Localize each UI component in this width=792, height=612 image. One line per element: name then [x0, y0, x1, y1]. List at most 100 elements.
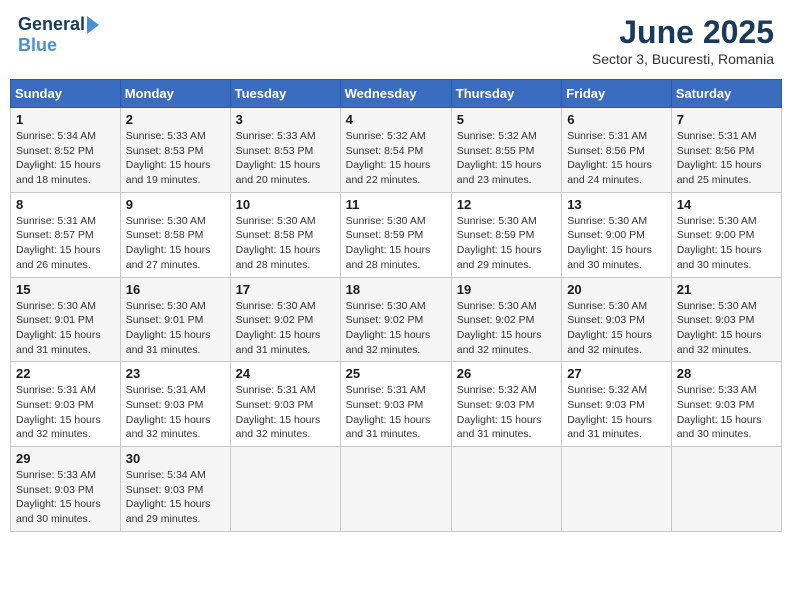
day-info: Sunrise: 5:30 AM Sunset: 8:59 PM Dayligh…: [346, 214, 446, 273]
day-info: Sunrise: 5:31 AM Sunset: 9:03 PM Dayligh…: [346, 383, 446, 442]
day-info: Sunrise: 5:30 AM Sunset: 8:59 PM Dayligh…: [457, 214, 556, 273]
day-number: 21: [677, 282, 776, 297]
calendar-cell-4-5: 26Sunrise: 5:32 AM Sunset: 9:03 PM Dayli…: [451, 362, 561, 447]
day-number: 10: [236, 197, 335, 212]
calendar-cell-4-2: 23 Sunrise: 5:31 AM Sunset: 9:03 PM Dayli…: [120, 362, 230, 447]
calendar-cell-2-3: 10 Sunrise: 5:30 AM Sunset: 8:58 PM Dayli…: [230, 192, 340, 277]
calendar-cell-4-7: 28Sunrise: 5:33 AM Sunset: 9:03 PM Dayli…: [671, 362, 781, 447]
day-number: 25: [346, 366, 446, 381]
day-number: 29: [16, 451, 115, 466]
day-info: Sunrise: 5:30 AM Sunset: 9:01 PM Dayligh…: [126, 299, 225, 358]
day-info: Sunrise: 5:31 AM Sunset: 9:03 PM Dayligh…: [126, 383, 225, 442]
calendar-cell-2-2: 9 Sunrise: 5:30 AM Sunset: 8:58 PM Daylig…: [120, 192, 230, 277]
day-info: Sunrise: 5:30 AM Sunset: 9:03 PM Dayligh…: [677, 299, 776, 358]
calendar-table: Sunday Monday Tuesday Wednesday Thursday…: [10, 79, 782, 532]
day-number: 26: [457, 366, 556, 381]
day-info: Sunrise: 5:31 AM Sunset: 8:56 PM Dayligh…: [677, 129, 776, 188]
calendar-cell-4-6: 27 Sunrise: 5:32 AM Sunset: 9:03 PM Dayli…: [562, 362, 672, 447]
day-number: 20: [567, 282, 666, 297]
day-number: 11: [346, 197, 446, 212]
day-info: Sunrise: 5:31 AM Sunset: 9:03 PM Dayligh…: [236, 383, 335, 442]
calendar-cell-3-4: 18 Sunrise: 5:30 AM Sunset: 9:02 PM Dayli…: [340, 277, 451, 362]
calendar-cell-4-3: 24 Sunrise: 5:31 AM Sunset: 9:03 PM Dayli…: [230, 362, 340, 447]
calendar-cell-1-5: 5 Sunrise: 5:32 AM Sunset: 8:55 PM Daylig…: [451, 108, 561, 193]
col-tuesday: Tuesday: [230, 80, 340, 108]
header: General Blue June 2025 Sector 3, Bucures…: [10, 10, 782, 71]
day-info: Sunrise: 5:33 AM Sunset: 8:53 PM Dayligh…: [126, 129, 225, 188]
day-info: Sunrise: 5:34 AM Sunset: 9:03 PM Dayligh…: [126, 468, 225, 527]
day-number: 12: [457, 197, 556, 212]
calendar-cell-3-6: 20 Sunrise: 5:30 AM Sunset: 9:03 PM Dayli…: [562, 277, 672, 362]
calendar-cell-5-1: 29 Sunrise: 5:33 AM Sunset: 9:03 PM Dayli…: [11, 447, 121, 532]
sub-title: Sector 3, Bucuresti, Romania: [592, 51, 774, 67]
day-number: 17: [236, 282, 335, 297]
main-title: June 2025: [592, 14, 774, 51]
day-number: 15: [16, 282, 115, 297]
col-sunday: Sunday: [11, 80, 121, 108]
calendar-cell-1-3: 3Sunrise: 5:33 AM Sunset: 8:53 PM Daylig…: [230, 108, 340, 193]
day-number: 1: [16, 112, 115, 127]
calendar-week-4: 22 Sunrise: 5:31 AM Sunset: 9:03 PM Dayli…: [11, 362, 782, 447]
day-info: Sunrise: 5:30 AM Sunset: 8:58 PM Dayligh…: [126, 214, 225, 273]
day-number: 22: [16, 366, 115, 381]
day-number: 18: [346, 282, 446, 297]
day-number: 7: [677, 112, 776, 127]
day-number: 3: [236, 112, 335, 127]
logo-arrow-icon: [87, 16, 99, 34]
calendar-header-row: Sunday Monday Tuesday Wednesday Thursday…: [11, 80, 782, 108]
calendar-cell-1-1: 1 Sunrise: 5:34 AM Sunset: 8:52 PM Daylig…: [11, 108, 121, 193]
calendar-cell-1-7: 7 Sunrise: 5:31 AM Sunset: 8:56 PM Daylig…: [671, 108, 781, 193]
day-info: Sunrise: 5:32 AM Sunset: 8:55 PM Dayligh…: [457, 129, 556, 188]
calendar-cell-1-2: 2 Sunrise: 5:33 AM Sunset: 8:53 PM Daylig…: [120, 108, 230, 193]
day-info: Sunrise: 5:30 AM Sunset: 9:03 PM Dayligh…: [567, 299, 666, 358]
day-number: 27: [567, 366, 666, 381]
calendar-week-2: 8 Sunrise: 5:31 AM Sunset: 8:57 PM Daylig…: [11, 192, 782, 277]
col-wednesday: Wednesday: [340, 80, 451, 108]
day-info: Sunrise: 5:30 AM Sunset: 8:58 PM Dayligh…: [236, 214, 335, 273]
day-info: Sunrise: 5:33 AM Sunset: 9:03 PM Dayligh…: [16, 468, 115, 527]
logo-blue-text: Blue: [18, 35, 57, 56]
calendar-cell-2-6: 13Sunrise: 5:30 AM Sunset: 9:00 PM Dayli…: [562, 192, 672, 277]
day-info: Sunrise: 5:31 AM Sunset: 9:03 PM Dayligh…: [16, 383, 115, 442]
calendar-cell-4-1: 22 Sunrise: 5:31 AM Sunset: 9:03 PM Dayli…: [11, 362, 121, 447]
day-number: 13: [567, 197, 666, 212]
calendar-week-5: 29 Sunrise: 5:33 AM Sunset: 9:03 PM Dayli…: [11, 447, 782, 532]
day-number: 14: [677, 197, 776, 212]
title-area: June 2025 Sector 3, Bucuresti, Romania: [592, 14, 774, 67]
calendar-cell-3-2: 16 Sunrise: 5:30 AM Sunset: 9:01 PM Dayli…: [120, 277, 230, 362]
day-number: 16: [126, 282, 225, 297]
day-info: Sunrise: 5:30 AM Sunset: 9:00 PM Dayligh…: [677, 214, 776, 273]
col-saturday: Saturday: [671, 80, 781, 108]
logo: General Blue: [18, 14, 99, 56]
day-info: Sunrise: 5:32 AM Sunset: 8:54 PM Dayligh…: [346, 129, 446, 188]
day-number: 8: [16, 197, 115, 212]
day-number: 9: [126, 197, 225, 212]
day-info: Sunrise: 5:32 AM Sunset: 9:03 PM Dayligh…: [567, 383, 666, 442]
calendar-cell-5-6: [562, 447, 672, 532]
col-thursday: Thursday: [451, 80, 561, 108]
calendar-cell-1-4: 4Sunrise: 5:32 AM Sunset: 8:54 PM Daylig…: [340, 108, 451, 193]
day-info: Sunrise: 5:31 AM Sunset: 8:57 PM Dayligh…: [16, 214, 115, 273]
calendar-cell-5-7: [671, 447, 781, 532]
day-number: 24: [236, 366, 335, 381]
calendar-week-1: 1 Sunrise: 5:34 AM Sunset: 8:52 PM Daylig…: [11, 108, 782, 193]
day-info: Sunrise: 5:30 AM Sunset: 9:02 PM Dayligh…: [346, 299, 446, 358]
calendar-cell-5-2: 30 Sunrise: 5:34 AM Sunset: 9:03 PM Dayli…: [120, 447, 230, 532]
day-number: 30: [126, 451, 225, 466]
calendar-cell-5-4: [340, 447, 451, 532]
day-number: 19: [457, 282, 556, 297]
calendar-week-3: 15 Sunrise: 5:30 AM Sunset: 9:01 PM Dayli…: [11, 277, 782, 362]
calendar-cell-5-3: [230, 447, 340, 532]
day-number: 23: [126, 366, 225, 381]
day-number: 6: [567, 112, 666, 127]
calendar-cell-2-1: 8 Sunrise: 5:31 AM Sunset: 8:57 PM Daylig…: [11, 192, 121, 277]
day-number: 2: [126, 112, 225, 127]
calendar-cell-5-5: [451, 447, 561, 532]
day-info: Sunrise: 5:33 AM Sunset: 9:03 PM Dayligh…: [677, 383, 776, 442]
calendar-cell-2-7: 14 Sunrise: 5:30 AM Sunset: 9:00 PM Dayli…: [671, 192, 781, 277]
day-info: Sunrise: 5:34 AM Sunset: 8:52 PM Dayligh…: [16, 129, 115, 188]
calendar-cell-1-6: 6 Sunrise: 5:31 AM Sunset: 8:56 PM Daylig…: [562, 108, 672, 193]
day-info: Sunrise: 5:31 AM Sunset: 8:56 PM Dayligh…: [567, 129, 666, 188]
day-number: 5: [457, 112, 556, 127]
day-info: Sunrise: 5:30 AM Sunset: 9:01 PM Dayligh…: [16, 299, 115, 358]
